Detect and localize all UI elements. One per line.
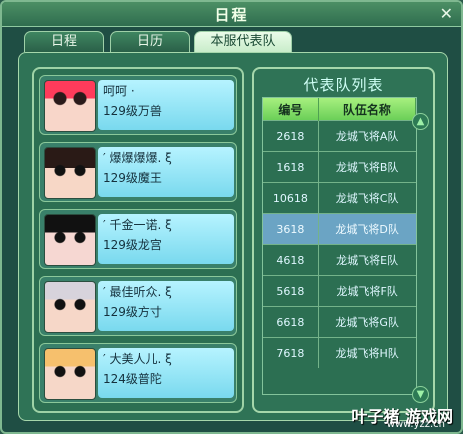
title-bar: 日程 ✕ xyxy=(2,2,461,27)
column-header-id: 编号 xyxy=(263,98,319,121)
team-name: 龙城飞将C队 xyxy=(318,182,416,214)
member-level: 129级万兽 xyxy=(103,104,162,118)
table-row[interactable]: 5618 龙城飞将F队 xyxy=(263,275,416,307)
avatar xyxy=(44,214,96,266)
table-row[interactable]: 6618 龙城飞将G队 xyxy=(263,306,416,338)
table-row[interactable]: 2618 龙城飞将A队 xyxy=(263,120,416,152)
avatar xyxy=(44,147,96,199)
member-name: ′ 爆爆爆爆. ξ xyxy=(103,151,172,165)
team-id: 6618 xyxy=(263,306,319,338)
team-id: 4618 xyxy=(263,244,319,276)
team-id: 3618 xyxy=(263,213,319,245)
avatar xyxy=(44,281,96,333)
team-id: 10618 xyxy=(263,182,319,214)
tab-server-team[interactable]: 本服代表队 xyxy=(194,31,292,52)
team-name: 龙城飞将G队 xyxy=(318,306,416,338)
team-name: 龙城飞将E队 xyxy=(318,244,416,276)
member-level: 129级龙宫 xyxy=(103,238,162,252)
table-row[interactable]: 4618 龙城飞将E队 xyxy=(263,244,416,276)
team-name: 龙城飞将H队 xyxy=(318,337,416,368)
member-name: 呵呵 · xyxy=(103,84,135,98)
member-card[interactable]: ′ 大美人儿. ξ 124级普陀 xyxy=(39,343,237,403)
table-row[interactable]: 3618 龙城飞将D队 xyxy=(263,213,416,245)
member-card[interactable]: ′ 爆爆爆爆. ξ 129级魔王 xyxy=(39,142,237,202)
table-row[interactable]: 1618 龙城飞将B队 xyxy=(263,151,416,183)
watermark-url: www.yzz.cn xyxy=(386,419,445,430)
table-row[interactable]: 10618 龙城飞将C队 xyxy=(263,182,416,214)
team-id: 1618 xyxy=(263,151,319,183)
member-name: ′ 最佳听众. ξ xyxy=(103,285,172,299)
scroll-up-icon[interactable]: ▲ xyxy=(412,113,429,130)
member-level: 129级魔王 xyxy=(103,171,162,185)
team-id: 5618 xyxy=(263,275,319,307)
team-list-title: 代表队列表 xyxy=(303,76,384,94)
member-card[interactable]: 呵呵 · 129级万兽 xyxy=(39,75,237,135)
member-name: ′ 千金一诺. ξ xyxy=(103,218,172,232)
team-name: 龙城飞将A队 xyxy=(318,120,416,152)
member-level: 129级方寸 xyxy=(103,305,162,319)
close-icon[interactable]: ✕ xyxy=(440,4,453,23)
tab-schedule[interactable]: 日程 xyxy=(24,31,104,52)
member-level: 124级普陀 xyxy=(103,372,162,386)
schedule-window: 日程 ✕ 日程 日历 本服代表队 呵呵 · 129级万兽 ′ 爆爆爆爆. ξ 1… xyxy=(0,0,463,434)
avatar xyxy=(44,348,96,400)
team-name: 龙城飞将D队 xyxy=(318,213,416,245)
team-id: 2618 xyxy=(263,120,319,152)
member-card[interactable]: ′ 最佳听众. ξ 129级方寸 xyxy=(39,276,237,336)
team-name: 龙城飞将F队 xyxy=(318,275,416,307)
member-panel: 呵呵 · 129级万兽 ′ 爆爆爆爆. ξ 129级魔王 ′ 千金一诺. ξ 1… xyxy=(32,67,244,413)
window-title: 日程 xyxy=(214,6,249,24)
member-name: ′ 大美人儿. ξ xyxy=(103,352,172,366)
avatar xyxy=(44,80,96,132)
member-card[interactable]: ′ 千金一诺. ξ 129级龙宫 xyxy=(39,209,237,269)
team-name: 龙城飞将B队 xyxy=(318,151,416,183)
scroll-down-icon[interactable]: ▼ xyxy=(412,386,429,403)
team-table: 编号 队伍名称 2618 龙城飞将A队 1618 龙城飞将B队 10618 龙城… xyxy=(262,97,417,395)
tab-calendar[interactable]: 日历 xyxy=(110,31,190,52)
content-panel: 呵呵 · 129级万兽 ′ 爆爆爆爆. ξ 129级魔王 ′ 千金一诺. ξ 1… xyxy=(18,52,448,421)
column-header-name: 队伍名称 xyxy=(318,98,416,121)
team-list-panel: 代表队列表 编号 队伍名称 2618 龙城飞将A队 1618 龙城飞将B队 10… xyxy=(252,67,435,413)
team-id: 7618 xyxy=(263,337,319,368)
table-row[interactable]: 7618 龙城飞将H队 xyxy=(263,337,416,368)
